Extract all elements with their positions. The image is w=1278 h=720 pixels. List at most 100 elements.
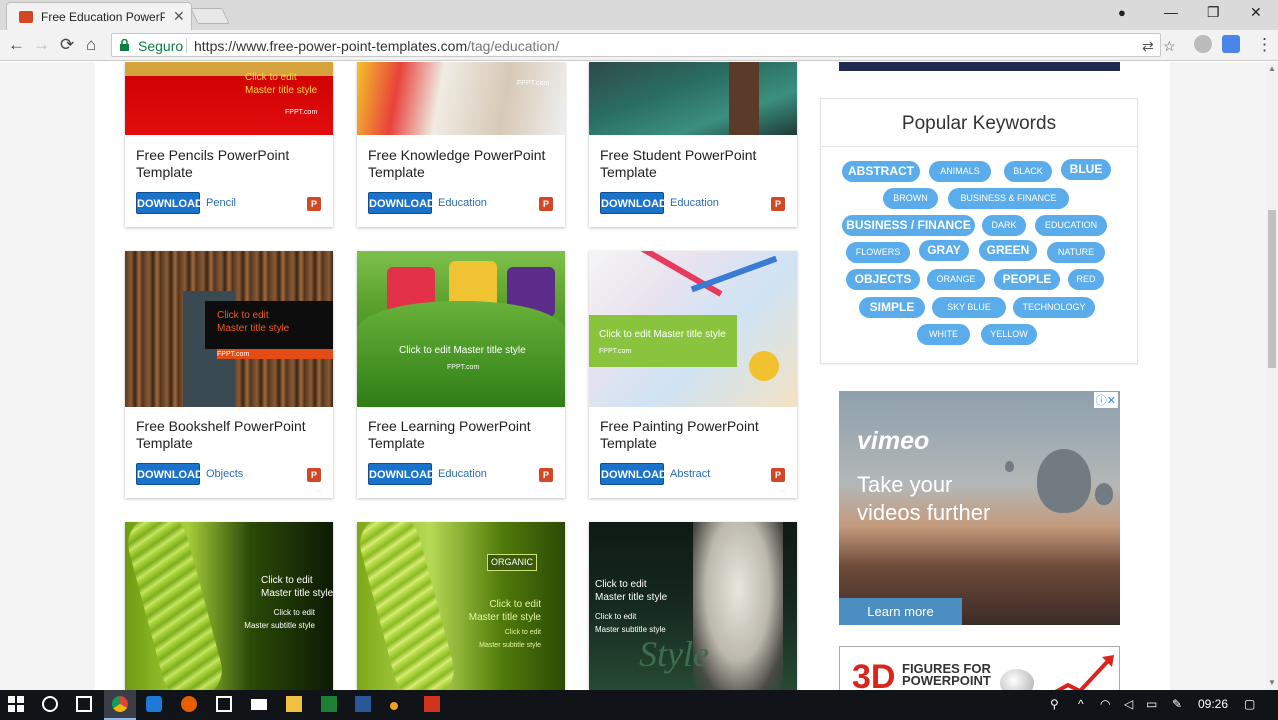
- download-button[interactable]: DOWNLOAD: [136, 463, 203, 485]
- tray-expand-icon[interactable]: ^: [1078, 697, 1084, 711]
- windows-start-icon[interactable]: [8, 696, 24, 712]
- template-thumbnail[interactable]: FPPT.com: [357, 62, 565, 135]
- bookmark-star-icon[interactable]: ☆: [1163, 38, 1176, 55]
- new-tab-button[interactable]: [190, 8, 230, 24]
- template-card[interactable]: Click to edit Master title style FPPT.co…: [125, 62, 333, 227]
- category-link[interactable]: Objects: [206, 468, 243, 480]
- vertical-scrollbar[interactable]: ▲ ▼: [1266, 62, 1278, 690]
- keyword-tag[interactable]: EDUCATION: [1035, 215, 1107, 236]
- download-button[interactable]: DOWNLOAD: [368, 192, 435, 214]
- template-card[interactable]: FPPT.com Free Knowledge PowerPoint Templ…: [357, 62, 565, 227]
- volume-icon[interactable]: ◁: [1124, 697, 1133, 711]
- keyword-tag[interactable]: WHITE: [917, 324, 970, 345]
- keyword-tag[interactable]: BLACK: [1004, 161, 1052, 182]
- keyword-tag[interactable]: NATURE: [1047, 242, 1105, 263]
- scroll-down-icon[interactable]: ▼: [1268, 678, 1276, 687]
- user-profile-icon[interactable]: ●: [1118, 5, 1126, 20]
- firefox-icon[interactable]: [181, 696, 197, 712]
- task-view-icon[interactable]: [76, 696, 92, 712]
- tab-close-icon[interactable]: ✕: [173, 8, 185, 25]
- browser-tab[interactable]: Free Education PowerPoi ✕: [6, 2, 192, 30]
- store-icon[interactable]: [216, 696, 232, 712]
- template-thumbnail[interactable]: Click to edit Master title style FPPT.co…: [125, 251, 333, 407]
- keyword-tag[interactable]: GRAY: [919, 240, 969, 261]
- template-thumbnail[interactable]: ORGANIC Click to edit Master title style…: [357, 522, 565, 690]
- vimeo-ad[interactable]: vimeo Take your videos further Learn mor…: [839, 391, 1120, 625]
- card-title[interactable]: Free Painting PowerPoint Template: [600, 418, 780, 452]
- close-window-button[interactable]: ✕: [1250, 4, 1262, 21]
- card-title[interactable]: Free Bookshelf PowerPoint Template: [136, 418, 316, 452]
- keyword-tag[interactable]: RED: [1068, 269, 1104, 290]
- keyword-tag[interactable]: ORANGE: [927, 269, 985, 290]
- forward-icon[interactable]: →: [33, 35, 50, 55]
- template-thumbnail[interactable]: Click to edit Master title style Click t…: [125, 522, 333, 690]
- download-button[interactable]: DOWNLOAD: [136, 192, 203, 214]
- url-text[interactable]: https://www.free-power-point-templates.c…: [194, 38, 559, 54]
- cortana-icon[interactable]: [42, 696, 58, 712]
- scrollbar-thumb[interactable]: [1268, 210, 1276, 368]
- app-icon[interactable]: [390, 702, 398, 710]
- template-card[interactable]: ORGANIC Click to edit Master title style…: [357, 522, 565, 690]
- file-explorer-icon[interactable]: [286, 696, 302, 712]
- recorder-icon[interactable]: [424, 696, 440, 712]
- keyword-tag[interactable]: YELLOW: [981, 324, 1037, 345]
- download-button[interactable]: DOWNLOAD: [600, 192, 667, 214]
- camtasia-icon[interactable]: [321, 696, 337, 712]
- template-thumbnail[interactable]: Click to edit Master title style Click t…: [589, 522, 797, 690]
- clock[interactable]: 09:26: [1198, 697, 1228, 711]
- template-card[interactable]: Click to edit Master title style Click t…: [125, 522, 333, 690]
- word-icon[interactable]: [355, 696, 371, 712]
- 3d-figures-ad[interactable]: 3D FIGURES FOR POWERPOINT: [839, 646, 1120, 690]
- template-thumbnail[interactable]: [589, 62, 797, 135]
- keyboard-icon[interactable]: ▭: [1146, 697, 1157, 711]
- category-link[interactable]: Education: [670, 197, 719, 209]
- download-button[interactable]: DOWNLOAD: [368, 463, 435, 485]
- template-card[interactable]: Click to edit Master title style FPPT.co…: [357, 251, 565, 498]
- template-thumbnail[interactable]: Click to edit Master title style FPPT.co…: [125, 62, 333, 135]
- chrome-taskbar-button[interactable]: [104, 690, 136, 720]
- card-title[interactable]: Free Student PowerPoint Template: [600, 147, 780, 181]
- category-link[interactable]: Abstract: [670, 468, 710, 480]
- home-icon[interactable]: ⌂: [86, 35, 96, 55]
- keyword-tag[interactable]: BROWN: [883, 188, 938, 209]
- notifications-icon[interactable]: ▢: [1244, 697, 1255, 711]
- keyword-tag[interactable]: TECHNOLOGY: [1013, 297, 1095, 318]
- keyword-tag[interactable]: GREEN: [979, 240, 1037, 261]
- google-translate-icon[interactable]: [1222, 35, 1240, 53]
- translate-icon[interactable]: ⇄: [1142, 38, 1154, 55]
- keyword-tag[interactable]: BLUE: [1061, 159, 1111, 180]
- adchoices-icon[interactable]: ⓘ✕: [1093, 392, 1118, 408]
- keyword-tag[interactable]: SKY BLUE: [932, 297, 1006, 318]
- mail-icon[interactable]: [251, 699, 267, 710]
- template-thumbnail[interactable]: Click to edit Master title style FPPT.co…: [589, 251, 797, 407]
- category-link[interactable]: Education: [438, 197, 487, 209]
- extension-icon[interactable]: [1194, 35, 1212, 53]
- keyword-tag[interactable]: SIMPLE: [859, 297, 925, 318]
- reload-icon[interactable]: ⟳: [60, 35, 74, 55]
- keyword-tag[interactable]: PEOPLE: [994, 269, 1060, 290]
- keyword-tag[interactable]: OBJECTS: [846, 269, 920, 290]
- template-card[interactable]: Click to edit Master title style FPPT.co…: [125, 251, 333, 498]
- keyword-tag[interactable]: BUSINESS / FINANCE: [842, 215, 975, 236]
- pen-icon[interactable]: ✎: [1172, 697, 1182, 711]
- category-link[interactable]: Pencil: [206, 197, 236, 209]
- keyword-tag[interactable]: FLOWERS: [846, 242, 910, 263]
- address-bar[interactable]: Seguro https://www.free-power-point-temp…: [111, 33, 1176, 57]
- template-thumbnail[interactable]: Click to edit Master title style FPPT.co…: [357, 251, 565, 407]
- keyword-tag[interactable]: BUSINESS & FINANCE: [948, 188, 1069, 209]
- template-card[interactable]: Click to edit Master title style Click t…: [589, 522, 797, 690]
- card-title[interactable]: Free Learning PowerPoint Template: [368, 418, 548, 452]
- menu-icon[interactable]: ⋮: [1256, 35, 1273, 55]
- scroll-up-icon[interactable]: ▲: [1268, 64, 1276, 73]
- restore-button[interactable]: ❐: [1207, 4, 1220, 21]
- download-button[interactable]: DOWNLOAD: [600, 463, 667, 485]
- category-link[interactable]: Education: [438, 468, 487, 480]
- minimize-button[interactable]: —: [1164, 4, 1178, 20]
- wifi-icon[interactable]: ◠: [1100, 697, 1110, 711]
- card-title[interactable]: Free Pencils PowerPoint Template: [136, 147, 316, 181]
- back-icon[interactable]: ←: [8, 35, 25, 55]
- edge-icon[interactable]: [146, 696, 162, 712]
- template-card[interactable]: Free Student PowerPoint Template DOWNLOA…: [589, 62, 797, 227]
- keyword-tag[interactable]: ABSTRACT: [842, 161, 920, 182]
- keyword-tag[interactable]: ANIMALS: [929, 161, 991, 182]
